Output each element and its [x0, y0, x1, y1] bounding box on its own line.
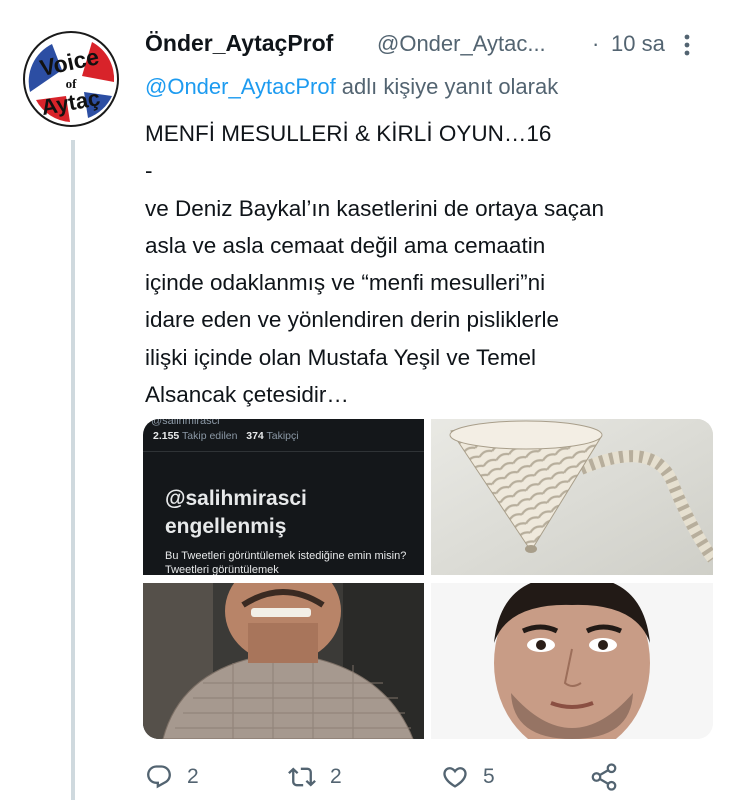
retweet-count: 2	[330, 765, 342, 788]
media-profile-screenshot[interactable]: @salihmirasci 2.155 Takip edilen 374 Tak…	[143, 419, 424, 575]
screenshot-blocked-status: engellenmiş	[165, 515, 287, 538]
reply-icon	[147, 765, 171, 789]
separator-dot: ·	[592, 31, 600, 56]
media-rope-photo[interactable]	[431, 419, 713, 575]
man-speaking-illustration	[143, 583, 424, 739]
screenshot-top-handle: @salihmirasci	[151, 419, 220, 427]
retweet-button[interactable]: 2	[288, 760, 342, 794]
screenshot-blocked-handle: @salihmirasci	[165, 487, 307, 510]
reply-count: 2	[187, 765, 199, 788]
reply-context-suffix: adlı kişiye yanıt olarak	[335, 74, 559, 99]
tweet-text: MENFİ MESULLERİ & KİRLİ OYUN…16 - ve Den…	[145, 121, 604, 408]
reply-button[interactable]: 2	[145, 760, 199, 794]
user-handle[interactable]: @Onder_Aytac...	[377, 31, 546, 57]
reply-context: @Onder_AytacProf adlı kişiye yanıt olara…	[145, 74, 558, 100]
share-icon	[591, 763, 617, 791]
screenshot-divider	[143, 451, 424, 452]
media-grid: @salihmirasci 2.155 Takip edilen 374 Tak…	[143, 419, 713, 739]
share-button[interactable]	[589, 760, 619, 794]
reply-mention-link[interactable]: @Onder_AytacProf	[145, 74, 336, 99]
tweet-actions: 2 2 5	[145, 760, 725, 794]
noose-rope-illustration	[431, 419, 713, 575]
voice-of-aytac-logo: Voice of Aytaç	[23, 31, 119, 127]
heart-icon	[443, 767, 467, 788]
media-man-portrait-photo[interactable]	[431, 583, 713, 739]
thread-line	[71, 140, 75, 800]
timestamp[interactable]: 10 sa	[611, 31, 665, 57]
man-portrait-illustration	[431, 583, 713, 739]
retweet-icon	[288, 767, 316, 787]
screenshot-confirm-text: Bu Tweetleri görüntülemek istediğine emi…	[165, 550, 407, 575]
like-count: 5	[483, 765, 495, 788]
screenshot-follow-stats: 2.155 Takip edilen 374 Takipçi	[153, 430, 299, 442]
avatar[interactable]: Voice of Aytaç	[22, 30, 120, 128]
like-button[interactable]: 5	[441, 760, 495, 794]
tweet-header: Önder_AytaçProf @Onder_Aytac... · 10 sa	[145, 28, 715, 68]
media-man-speaking-photo[interactable]	[143, 583, 424, 739]
display-name[interactable]: Önder_AytaçProf	[145, 30, 333, 57]
more-vertical-icon[interactable]	[684, 34, 690, 61]
